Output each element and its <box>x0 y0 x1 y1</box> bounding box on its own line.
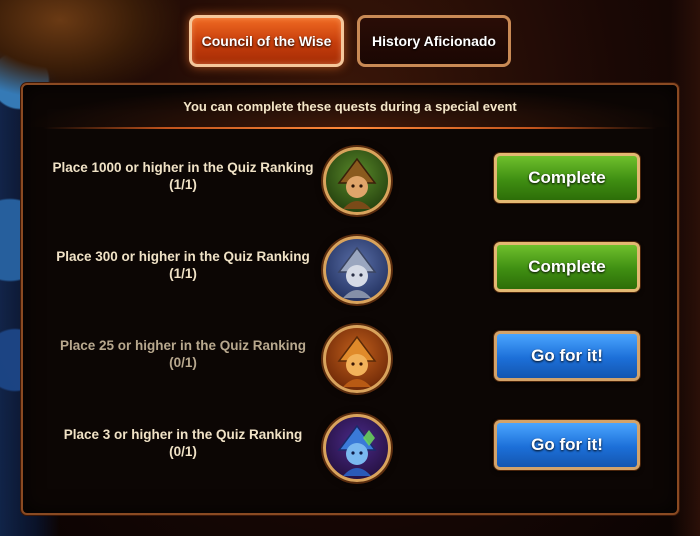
tab-label: History Aficionado <box>372 33 496 49</box>
button-label: Complete <box>528 168 606 187</box>
quest-progress: (0/1) <box>169 444 197 459</box>
tab-council-of-the-wise[interactable]: Council of the Wise <box>189 15 344 67</box>
silver-wizard-medal-icon <box>323 236 391 304</box>
tab-history-aficionado[interactable]: History Aficionado <box>357 15 511 67</box>
quest-panel: You can complete these quests during a s… <box>21 83 679 515</box>
quest-row: Place 3 or higher in the Quiz Ranking (0… <box>23 414 677 494</box>
button-label: Go for it! <box>531 346 603 365</box>
quest-title: Place 300 or higher in the Quiz Ranking <box>56 249 310 264</box>
button-label: Go for it! <box>531 435 603 454</box>
quest-progress: (1/1) <box>169 266 197 281</box>
go-for-it-button[interactable]: Go for it! <box>494 331 640 381</box>
bronze-wizard-medal-icon <box>323 147 391 215</box>
quest-description: Place 1000 or higher in the Quiz Ranking… <box>33 159 333 193</box>
quest-title: Place 1000 or higher in the Quiz Ranking <box>52 160 314 175</box>
complete-button[interactable]: Complete <box>494 242 640 292</box>
quest-description: Place 300 or higher in the Quiz Ranking … <box>33 248 333 282</box>
panel-header-text: You can complete these quests during a s… <box>183 98 517 114</box>
quest-progress: (0/1) <box>169 355 197 370</box>
button-label: Complete <box>528 257 606 276</box>
complete-button[interactable]: Complete <box>494 153 640 203</box>
crystal-wizard-medal-icon <box>323 414 391 482</box>
quest-row: Place 25 or higher in the Quiz Ranking (… <box>23 325 677 405</box>
go-for-it-button[interactable]: Go for it! <box>494 420 640 470</box>
gold-wizard-medal-icon <box>323 325 391 393</box>
quest-progress: (1/1) <box>169 177 197 192</box>
quest-title: Place 3 or higher in the Quiz Ranking <box>63 427 303 442</box>
tab-label: Council of the Wise <box>201 33 332 49</box>
header-divider <box>43 127 657 129</box>
quest-row: Place 1000 or higher in the Quiz Ranking… <box>23 147 677 227</box>
quest-description: Place 3 or higher in the Quiz Ranking (0… <box>33 426 333 460</box>
quest-description: Place 25 or higher in the Quiz Ranking (… <box>33 337 333 371</box>
panel-header: You can complete these quests during a s… <box>23 85 677 127</box>
quest-row: Place 300 or higher in the Quiz Ranking … <box>23 236 677 316</box>
quest-title: Place 25 or higher in the Quiz Ranking <box>59 338 307 353</box>
background-glow <box>0 0 180 95</box>
